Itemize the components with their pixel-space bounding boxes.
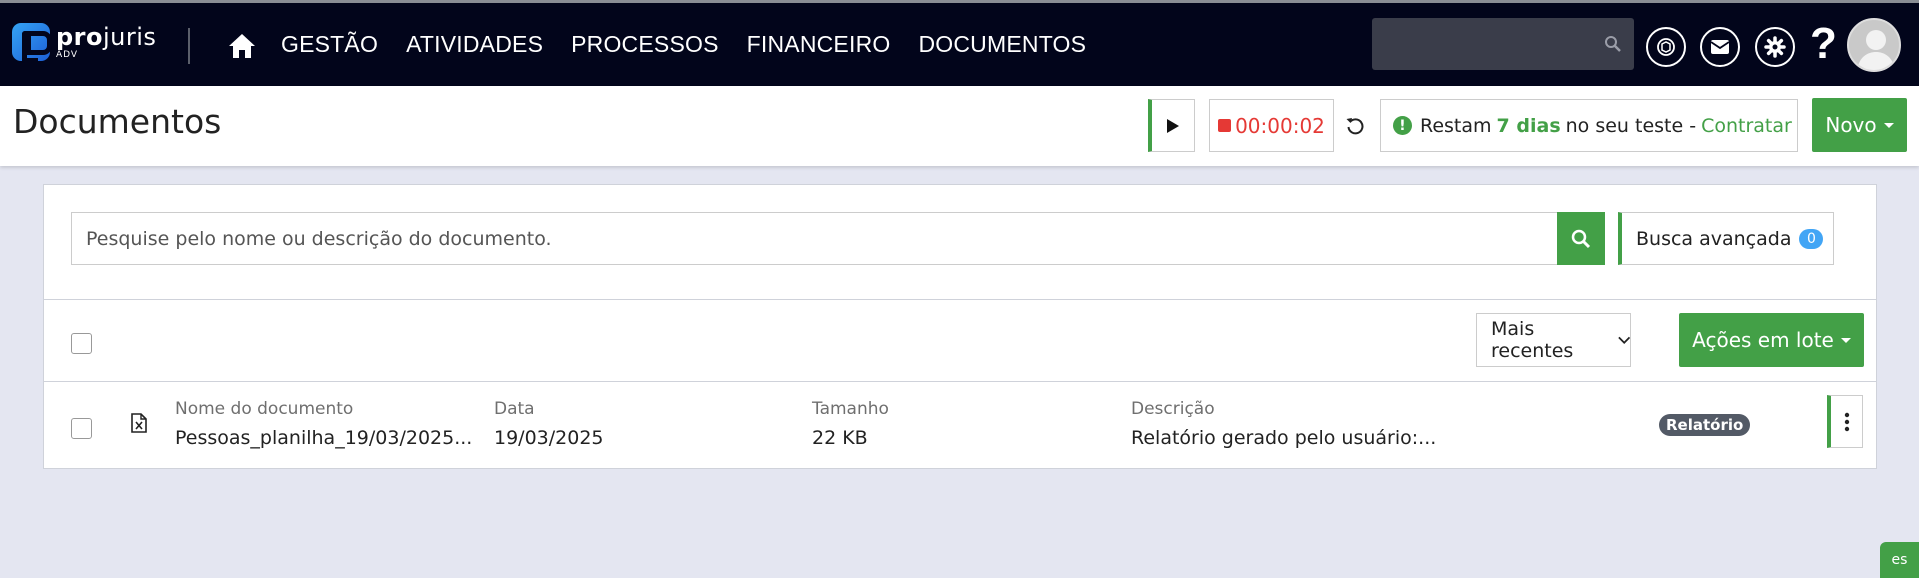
nav-item-gestao[interactable]: GESTÃO [281, 31, 378, 58]
nav-item-atividades[interactable]: ATIVIDADES [406, 31, 543, 58]
top-navbar: projuris ADV GESTÃO ATIVIDADES PROCESSOS… [0, 3, 1919, 86]
help-icon[interactable]: ? [1810, 19, 1837, 69]
timer-value: 00:00:02 [1235, 113, 1325, 138]
column-header-name: Nome do documento [175, 399, 354, 419]
ai-icon [1657, 38, 1675, 56]
chevron-down-icon [1617, 336, 1630, 344]
mail-icon [1710, 40, 1730, 54]
nav-item-documentos[interactable]: DOCUMENTOS [918, 31, 1086, 58]
documents-card: Busca avançada 0 Mais recentes Ações em … [43, 184, 1877, 469]
settings-button[interactable] [1755, 27, 1795, 67]
search-button[interactable] [1557, 212, 1605, 265]
advanced-search-button[interactable]: Busca avançada 0 [1618, 212, 1834, 265]
select-all-checkbox[interactable] [71, 333, 92, 354]
stop-icon [1218, 119, 1232, 132]
logo-mark-icon [12, 23, 52, 63]
page-title: Documentos [13, 102, 222, 141]
page-header: Documentos 00:00:02 ! Restam 7 dias no s… [0, 86, 1919, 166]
filter-count-badge: 0 [1799, 228, 1824, 249]
nav-item-financeiro[interactable]: FINANCEIRO [747, 31, 891, 58]
divider [44, 299, 1876, 300]
novo-button[interactable]: Novo [1812, 98, 1907, 152]
nav-divider [188, 28, 190, 64]
timer-display: 00:00:02 [1209, 99, 1334, 152]
more-vertical-icon [1844, 412, 1849, 431]
gear-icon [1764, 36, 1786, 58]
user-icon [1857, 30, 1895, 70]
caret-down-icon [1883, 122, 1894, 128]
home-icon[interactable] [228, 33, 256, 59]
side-tab[interactable]: es [1880, 542, 1919, 578]
sort-select[interactable]: Mais recentes [1476, 313, 1631, 367]
search-icon [1605, 36, 1621, 52]
timer-play-button[interactable] [1148, 99, 1195, 152]
document-description: Relatório gerado pelo usuário:... [1131, 427, 1437, 449]
contratar-link[interactable]: Contratar [1701, 115, 1792, 137]
column-header-size: Tamanho [812, 399, 889, 419]
document-name-link[interactable]: Pessoas_planilha_19/03/2025... [175, 427, 472, 449]
ai-button[interactable] [1646, 27, 1686, 67]
document-date: 19/03/2025 [494, 427, 604, 449]
play-icon [1167, 118, 1179, 133]
excel-file-icon [131, 413, 147, 433]
caret-down-icon [1840, 337, 1851, 343]
global-search-input[interactable] [1372, 18, 1634, 70]
row-actions-button[interactable] [1827, 395, 1863, 448]
document-tag: Relatório [1659, 414, 1751, 436]
logo-word: projuris [56, 22, 157, 51]
logo[interactable]: projuris ADV [12, 22, 157, 63]
batch-actions-button[interactable]: Ações em lote [1679, 313, 1864, 367]
reset-icon[interactable] [1345, 116, 1365, 136]
divider [44, 381, 1876, 382]
main-nav: GESTÃO ATIVIDADES PROCESSOS FINANCEIRO D… [281, 31, 1114, 58]
trial-notice: ! Restam 7 dias no seu teste - Contratar [1380, 99, 1798, 152]
mail-button[interactable] [1700, 27, 1740, 67]
search-icon [1571, 229, 1591, 248]
alert-icon: ! [1393, 116, 1412, 135]
trial-days: 7 dias [1496, 114, 1561, 137]
column-header-description: Descrição [1131, 399, 1215, 419]
avatar[interactable] [1847, 18, 1901, 72]
logo-sub: ADV [56, 49, 79, 60]
column-header-date: Data [494, 399, 535, 419]
row-checkbox[interactable] [71, 418, 92, 439]
table-row: Nome do documento Pessoas_planilha_19/03… [175, 399, 472, 449]
document-size: 22 KB [812, 427, 868, 449]
document-search-input[interactable] [71, 212, 1558, 265]
nav-item-processos[interactable]: PROCESSOS [571, 31, 719, 58]
